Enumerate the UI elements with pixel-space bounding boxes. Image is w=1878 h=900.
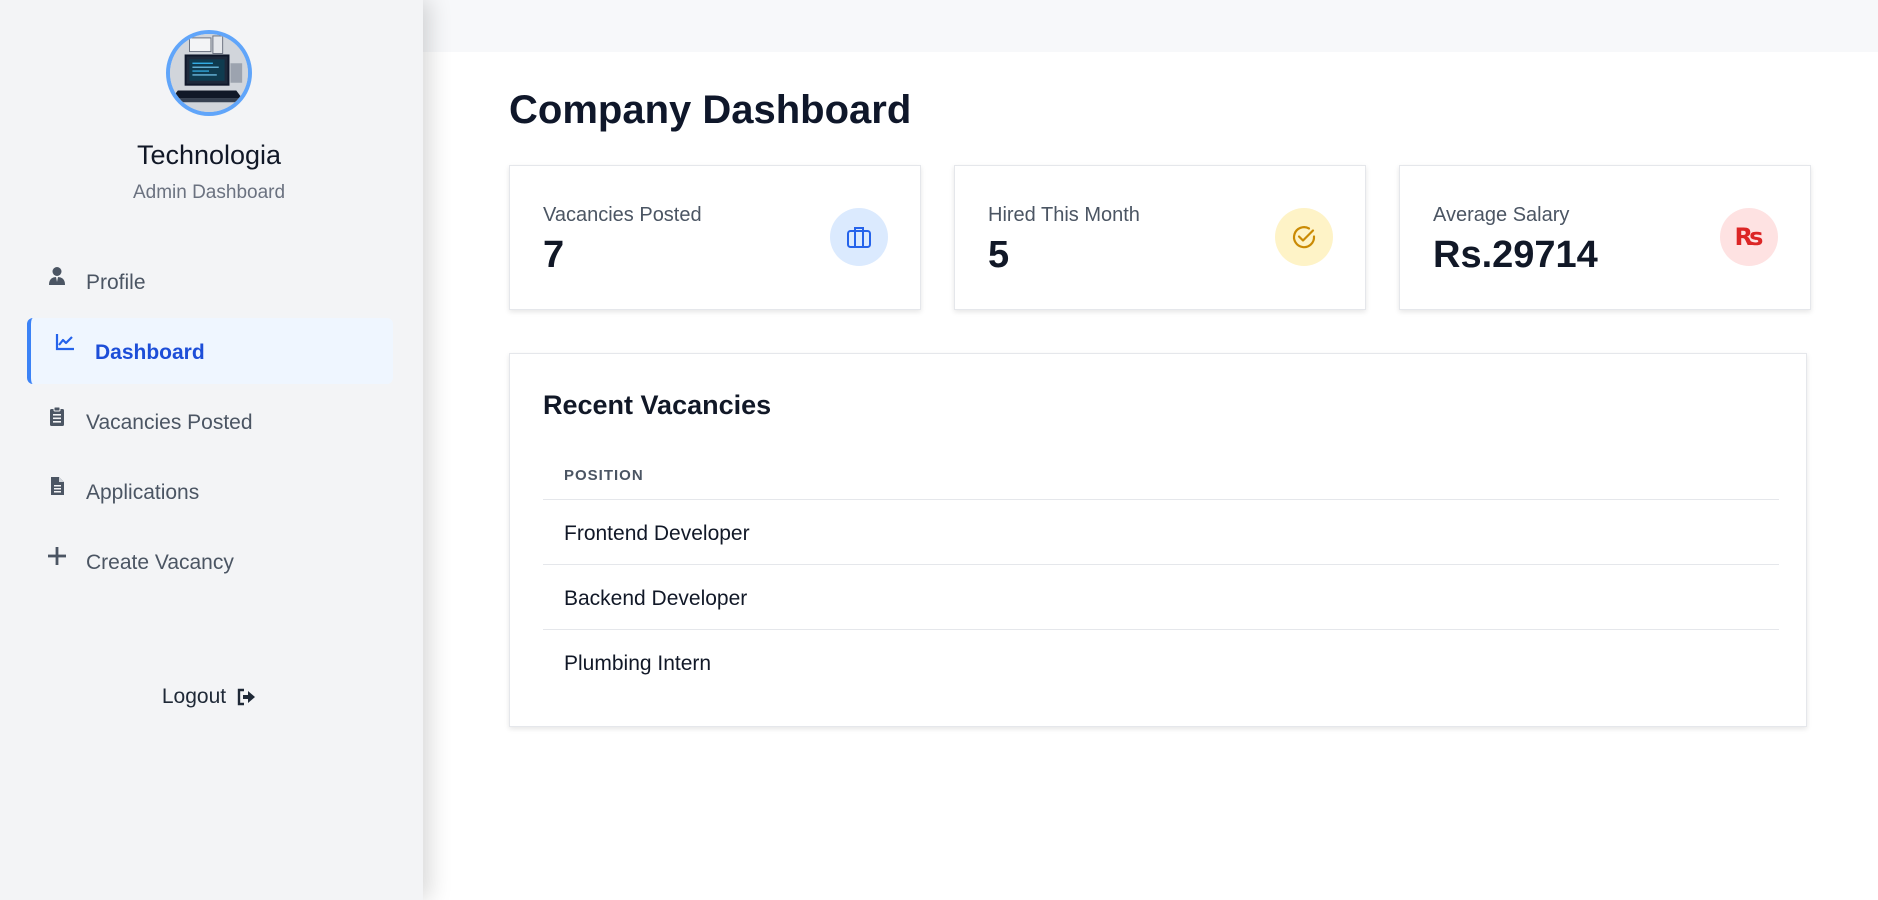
top-bar <box>423 0 1878 52</box>
stat-label: Average Salary <box>1433 204 1570 226</box>
sidebar-item-vacancies-posted[interactable]: Vacancies Posted <box>27 388 393 454</box>
sidebar-item-profile[interactable]: Profile <box>27 248 393 314</box>
plus-icon <box>47 546 67 566</box>
table-row[interactable]: Frontend Developer <box>543 500 1779 565</box>
company-subtitle: Admin Dashboard <box>132 182 286 203</box>
stat-value: Rs.29714 <box>1433 234 1598 276</box>
logout-label: Logout <box>161 685 227 708</box>
stat-label: Vacancies Posted <box>543 204 702 226</box>
sidebar-item-label: Vacancies Posted <box>86 411 253 434</box>
stat-value: 7 <box>543 234 565 276</box>
laptop-image <box>170 34 248 112</box>
table-row[interactable]: Backend Developer <box>543 565 1779 630</box>
sidebar-item-label: Create Vacancy <box>86 551 234 574</box>
recent-vacancies-panel: Recent Vacancies POSITION Frontend Devel… <box>509 353 1807 727</box>
rupee-icon: ₨ <box>1720 208 1778 266</box>
table-row[interactable]: Plumbing Intern <box>543 630 1779 695</box>
sidebar-item-label: Applications <box>86 481 200 504</box>
company-name: Technologia <box>136 140 282 170</box>
sidebar-nav: Profile Dashboard Vacancies Posted Appli… <box>27 248 393 598</box>
chart-line-icon <box>55 332 75 352</box>
stat-label: Hired This Month <box>988 204 1140 226</box>
sidebar-item-create-vacancy[interactable]: Create Vacancy <box>27 528 393 594</box>
stat-value: 5 <box>988 234 1010 276</box>
stat-card-hired-this-month: Hired This Month 5 <box>954 165 1366 310</box>
clipboard-list-icon <box>47 406 67 426</box>
sidebar-item-applications[interactable]: Applications <box>27 458 393 524</box>
stat-card-vacancies-posted: Vacancies Posted 7 <box>509 165 921 310</box>
company-avatar[interactable] <box>166 30 252 116</box>
user-icon <box>47 266 67 286</box>
stat-card-average-salary: Average Salary Rs.29714 ₨ <box>1399 165 1811 310</box>
check-circle-icon <box>1275 208 1333 266</box>
column-header-position[interactable]: POSITION <box>543 450 1779 500</box>
rupee-glyph: ₨ <box>1734 223 1764 251</box>
sidebar: Technologia Admin Dashboard Profile Dash… <box>0 0 423 900</box>
briefcase-icon <box>830 208 888 266</box>
main-content: Company Dashboard Vacancies Posted 7 Hir… <box>423 52 1878 900</box>
recent-vacancies-title: Recent Vacancies <box>543 390 772 420</box>
sign-out-icon <box>236 687 256 707</box>
page-title: Company Dashboard <box>509 88 912 132</box>
app-root: Technologia Admin Dashboard Profile Dash… <box>0 0 1878 900</box>
recent-vacancies-table: POSITION Frontend Developer Backend Deve… <box>543 450 1779 695</box>
file-text-icon <box>47 476 67 496</box>
sidebar-item-label: Dashboard <box>95 341 205 364</box>
logout-button[interactable]: Logout <box>0 685 418 709</box>
sidebar-item-dashboard[interactable]: Dashboard <box>27 318 393 384</box>
sidebar-item-label: Profile <box>86 271 146 294</box>
